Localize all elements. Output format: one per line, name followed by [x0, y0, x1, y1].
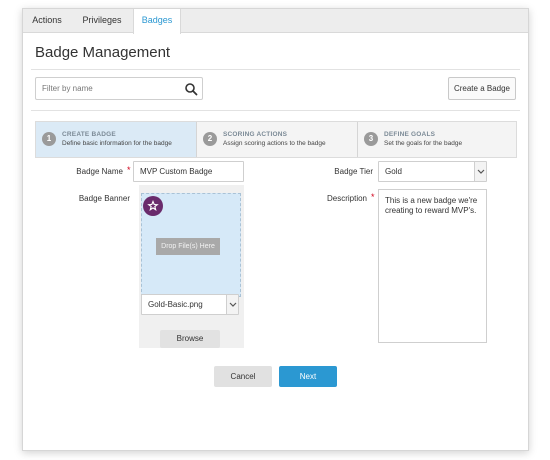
- tab-privileges[interactable]: Privileges: [71, 9, 133, 33]
- badge-name-input[interactable]: MVP Custom Badge: [133, 161, 244, 182]
- badge-management-window: Actions Privileges Badges Badge Manageme…: [22, 8, 529, 451]
- divider: [31, 69, 520, 70]
- drop-files-button[interactable]: Drop File(s) Here: [156, 238, 220, 255]
- search-box: [35, 77, 203, 100]
- wizard-step-scoring-actions[interactable]: 2 SCORING ACTIONS Assign scoring actions…: [197, 122, 357, 157]
- step-number: 2: [203, 132, 217, 146]
- wizard-step-create-badge[interactable]: 1 CREATE BADGE Define basic information …: [36, 122, 196, 157]
- cancel-button[interactable]: Cancel: [214, 366, 272, 387]
- step-description: Set the goals for the badge: [384, 140, 463, 147]
- search-icon[interactable]: [184, 82, 198, 96]
- divider: [31, 110, 520, 111]
- tab-actions[interactable]: Actions: [23, 9, 71, 33]
- wizard-steps: 1 CREATE BADGE Define basic information …: [35, 121, 517, 158]
- step-title: DEFINE GOALS: [384, 131, 436, 138]
- browse-button[interactable]: Browse: [160, 330, 220, 348]
- step-number: 3: [364, 132, 378, 146]
- create-badge-button[interactable]: Create a Badge: [448, 77, 516, 100]
- step-description: Define basic information for the badge: [62, 140, 172, 147]
- badge-preview-icon: [143, 196, 163, 216]
- next-button[interactable]: Next: [279, 366, 337, 387]
- badge-tier-value: Gold: [385, 167, 402, 176]
- badge-banner-label: Badge Banner: [78, 194, 130, 203]
- search-input[interactable]: [36, 78, 176, 99]
- step-title: CREATE BADGE: [62, 131, 116, 138]
- badge-name-label: Badge Name: [76, 167, 123, 176]
- badge-tier-label: Badge Tier: [334, 167, 373, 176]
- step-number: 1: [42, 132, 56, 146]
- step-title: SCORING ACTIONS: [223, 131, 288, 138]
- tab-badges[interactable]: Badges: [133, 9, 181, 34]
- page-title: Badge Management: [35, 44, 171, 61]
- description-textarea[interactable]: This is a new badge we're creating to re…: [378, 189, 487, 343]
- banner-file-value: Gold-Basic.png: [148, 300, 203, 309]
- step-description: Assign scoring actions to the badge: [223, 140, 326, 147]
- wizard-step-define-goals[interactable]: 3 DEFINE GOALS Set the goals for the bad…: [358, 122, 516, 157]
- banner-file-select[interactable]: Gold-Basic.png: [141, 294, 239, 315]
- badge-tier-select[interactable]: Gold: [378, 161, 487, 182]
- chevron-down-icon[interactable]: [474, 162, 486, 181]
- tab-bar: Actions Privileges Badges: [23, 9, 528, 34]
- chevron-down-icon[interactable]: [226, 295, 238, 314]
- required-marker: *: [127, 165, 131, 175]
- description-label: Description: [326, 194, 367, 203]
- required-marker: *: [371, 192, 375, 202]
